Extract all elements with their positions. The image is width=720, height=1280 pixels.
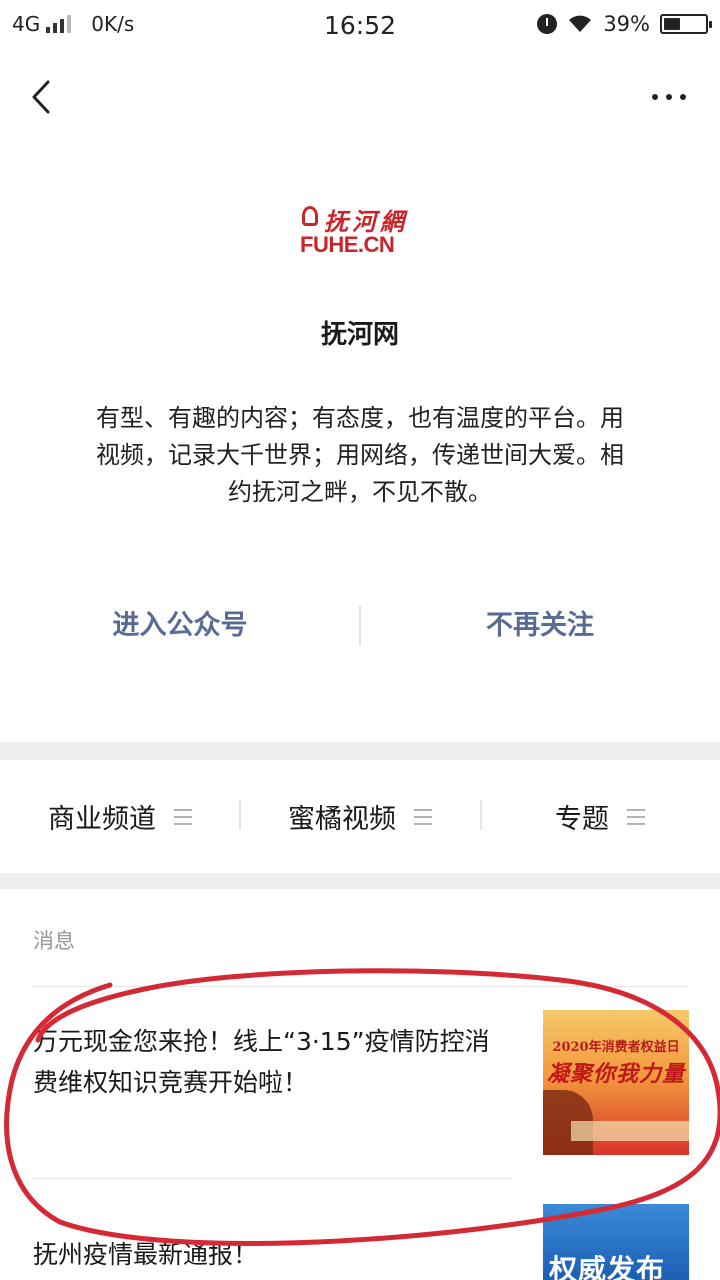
menu-item-label: 专题: [555, 804, 609, 835]
message-thumbnail[interactable]: 权威发布: [543, 1204, 689, 1280]
logo-mark: [302, 206, 318, 226]
wifi-icon: [569, 15, 592, 32]
menu-item-topics[interactable]: 专题: [480, 760, 720, 873]
more-button[interactable]: [626, 84, 686, 110]
battery-percent: 39%: [603, 12, 650, 36]
menu-item-label: 蜜橘视频: [288, 804, 396, 835]
menu-item-video[interactable]: 蜜橘视频: [240, 760, 480, 873]
enter-account-button[interactable]: 进入公众号: [30, 604, 330, 648]
section-gap: [0, 873, 720, 889]
more-dots-icon: [652, 94, 658, 100]
thumbnail-caption: 2020年消费者权益日: [552, 1040, 680, 1055]
account-actions: 进入公众号 不再关注: [0, 604, 720, 648]
menu-list-icon: [414, 808, 432, 825]
thumbnail-caption: 权威发布: [549, 1253, 666, 1280]
menu-item-business[interactable]: 商业频道: [0, 760, 240, 873]
menu-list-icon: [627, 808, 645, 825]
back-button[interactable]: [26, 78, 66, 118]
battery-icon: [660, 14, 712, 34]
account-logo: 抚河網 FUHE.CN: [300, 200, 420, 262]
section-gap: [0, 742, 720, 760]
account-name: 抚河网: [320, 320, 399, 350]
chevron-left-icon: [32, 80, 50, 114]
account-menu: 商业频道 蜜橘视频 专题: [0, 760, 720, 873]
divider: [33, 986, 687, 987]
message-title[interactable]: 万元现金您来抢！线上“3·15”疫情防控消费维权知识竞赛开始啦！: [33, 1021, 503, 1103]
status-right: 39%: [537, 12, 712, 36]
message-title[interactable]: 抚州疫情最新通报！: [33, 1234, 503, 1275]
unfollow-button[interactable]: 不再关注: [390, 604, 690, 648]
menu-list-icon: [174, 808, 192, 825]
actions-divider: [359, 606, 361, 646]
thumbnail-graphic: [571, 1121, 689, 1141]
message-thumbnail[interactable]: 2020年消费者权益日 凝聚你我力量: [543, 1010, 689, 1155]
status-bar: 4G 0K/s 16:52 39%: [0, 0, 720, 50]
divider: [33, 1178, 511, 1179]
thumbnail-slogan: 凝聚你我力量: [546, 1061, 685, 1087]
logo-text-en: FUHE.CN: [300, 232, 395, 257]
messages-section-label: 消息: [33, 929, 75, 953]
menu-item-label: 商业频道: [48, 804, 156, 835]
account-description: 有型、有趣的内容；有态度，也有温度的平台。用视频，记录大千世界；用网络，传递世间…: [96, 404, 624, 506]
alarm-icon: [537, 14, 558, 34]
